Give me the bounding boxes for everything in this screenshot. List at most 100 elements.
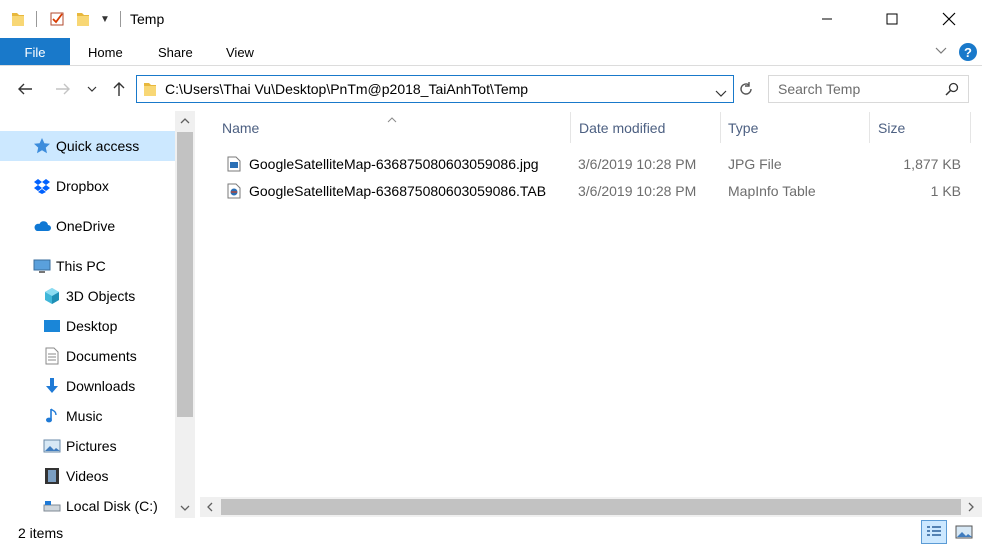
column-divider[interactable] bbox=[869, 112, 870, 143]
forward-button[interactable] bbox=[50, 76, 76, 102]
back-button[interactable] bbox=[12, 76, 38, 102]
sidebar-item-label: Pictures bbox=[66, 438, 117, 454]
file-date: 3/6/2019 10:28 PM bbox=[578, 183, 697, 199]
desktop-icon bbox=[42, 316, 62, 336]
sidebar-item-downloads[interactable]: Downloads bbox=[0, 371, 175, 401]
sidebar-item-label: Music bbox=[66, 408, 103, 424]
maximize-button[interactable] bbox=[869, 0, 915, 38]
scroll-right-icon[interactable] bbox=[961, 497, 981, 517]
tab-share[interactable]: Share bbox=[158, 38, 193, 66]
sidebar-item-local-disk[interactable]: Local Disk (C:) bbox=[0, 491, 175, 521]
column-header-name[interactable]: Name bbox=[222, 112, 259, 143]
column-header-type[interactable]: Type bbox=[728, 112, 758, 143]
star-icon bbox=[32, 136, 52, 156]
sidebar-item-desktop[interactable]: Desktop bbox=[0, 311, 175, 341]
file-size: 1,877 KB bbox=[903, 156, 961, 172]
file-date: 3/6/2019 10:28 PM bbox=[578, 156, 697, 172]
image-file-icon bbox=[227, 156, 241, 175]
divider bbox=[0, 65, 982, 66]
cube-icon bbox=[42, 286, 62, 306]
content-scrollbar-thumb[interactable] bbox=[221, 499, 961, 515]
tab-home[interactable]: Home bbox=[88, 38, 123, 66]
address-bar[interactable]: C:\Users\Thai Vu\Desktop\PnTm@p2018_TaiA… bbox=[136, 75, 734, 103]
file-name[interactable]: GoogleSatelliteMap-636875080603059086.jp… bbox=[249, 156, 539, 172]
search-box[interactable]: Search Temp bbox=[768, 75, 969, 103]
details-view-icon bbox=[927, 526, 941, 536]
file-type: JPG File bbox=[728, 156, 782, 172]
sidebar-item-3d-objects[interactable]: 3D Objects bbox=[0, 281, 175, 311]
details-view-button[interactable] bbox=[921, 520, 947, 544]
sidebar-item-onedrive[interactable]: OneDrive bbox=[0, 211, 175, 241]
dropbox-icon bbox=[32, 176, 52, 196]
sidebar-item-label: Local Disk (C:) bbox=[66, 498, 158, 514]
file-size: 1 KB bbox=[930, 183, 961, 199]
music-icon bbox=[42, 406, 62, 426]
search-icon[interactable] bbox=[945, 82, 959, 99]
separator bbox=[120, 11, 121, 27]
properties-icon[interactable] bbox=[48, 10, 66, 28]
tab-file[interactable]: File bbox=[0, 38, 70, 66]
large-icons-view-icon bbox=[955, 525, 973, 539]
scroll-down-icon[interactable] bbox=[175, 498, 195, 518]
column-divider[interactable] bbox=[970, 112, 971, 143]
cloud-icon bbox=[32, 216, 52, 236]
sidebar-item-music[interactable]: Music bbox=[0, 401, 175, 431]
file-name[interactable]: GoogleSatelliteMap-636875080603059086.TA… bbox=[249, 183, 546, 199]
customize-toolbar-icon[interactable]: ▼ bbox=[98, 10, 112, 28]
sidebar-item-quick-access[interactable]: Quick access bbox=[0, 131, 175, 161]
column-divider[interactable] bbox=[720, 112, 721, 143]
mapinfo-file-icon bbox=[227, 183, 241, 202]
address-path[interactable]: C:\Users\Thai Vu\Desktop\PnTm@p2018_TaiA… bbox=[165, 81, 528, 97]
navigation-pane: Quick access Dropbox OneDrive This PC 3D… bbox=[0, 111, 196, 518]
separator bbox=[36, 11, 37, 27]
window-title: Temp bbox=[130, 11, 165, 27]
sidebar-item-label: Downloads bbox=[66, 378, 136, 394]
sidebar-item-dropbox[interactable]: Dropbox bbox=[0, 171, 175, 201]
sidebar-item-label: OneDrive bbox=[56, 218, 116, 234]
folder-icon bbox=[10, 10, 26, 28]
sidebar-item-label: Documents bbox=[66, 348, 137, 364]
nav-scrollbar-thumb[interactable] bbox=[177, 132, 193, 417]
status-bar: 2 items bbox=[0, 520, 982, 548]
refresh-button[interactable] bbox=[734, 75, 758, 103]
recent-locations-button[interactable] bbox=[82, 76, 102, 102]
download-icon bbox=[42, 376, 62, 396]
up-button[interactable] bbox=[106, 76, 132, 102]
expand-ribbon-icon[interactable] bbox=[934, 44, 948, 58]
videos-icon bbox=[42, 466, 62, 486]
folder-icon bbox=[143, 81, 157, 100]
file-row[interactable]: GoogleSatelliteMap-636875080603059086.TA… bbox=[220, 179, 972, 205]
column-header-date[interactable]: Date modified bbox=[579, 112, 665, 143]
item-count: 2 items bbox=[18, 525, 64, 541]
address-dropdown-icon[interactable] bbox=[715, 85, 727, 101]
scroll-left-icon[interactable] bbox=[200, 497, 220, 517]
file-row[interactable]: GoogleSatelliteMap-636875080603059086.jp… bbox=[220, 152, 972, 178]
sidebar-item-label: 3D Objects bbox=[66, 288, 136, 304]
computer-icon bbox=[32, 256, 52, 276]
document-icon bbox=[42, 346, 62, 366]
search-input[interactable]: Search Temp bbox=[778, 81, 860, 97]
large-icons-view-button[interactable] bbox=[951, 520, 977, 544]
sidebar-item-documents[interactable]: Documents bbox=[0, 341, 175, 371]
close-button[interactable] bbox=[926, 0, 972, 38]
minimize-button[interactable] bbox=[804, 0, 850, 38]
scroll-up-icon[interactable] bbox=[175, 111, 195, 131]
sidebar-item-this-pc[interactable]: This PC bbox=[0, 251, 175, 281]
help-icon[interactable]: ? bbox=[959, 43, 977, 61]
tab-view[interactable]: View bbox=[226, 38, 254, 66]
sort-ascending-icon bbox=[387, 110, 397, 126]
sidebar-item-pictures[interactable]: Pictures bbox=[0, 431, 175, 461]
sidebar-item-videos[interactable]: Videos bbox=[0, 461, 175, 491]
sidebar-item-label: Quick access bbox=[56, 138, 140, 154]
sidebar-item-label: Videos bbox=[66, 468, 109, 484]
new-folder-icon[interactable] bbox=[74, 10, 92, 28]
disk-icon bbox=[42, 496, 62, 516]
column-header-size[interactable]: Size bbox=[878, 112, 905, 143]
column-divider[interactable] bbox=[570, 112, 571, 143]
file-type: MapInfo Table bbox=[728, 183, 816, 199]
sidebar-item-label: Desktop bbox=[66, 318, 118, 334]
ribbon: File Home Share View ? bbox=[0, 38, 982, 66]
sidebar-item-label: This PC bbox=[56, 258, 106, 274]
sidebar-item-label: Dropbox bbox=[56, 178, 109, 194]
pictures-icon bbox=[42, 436, 62, 456]
